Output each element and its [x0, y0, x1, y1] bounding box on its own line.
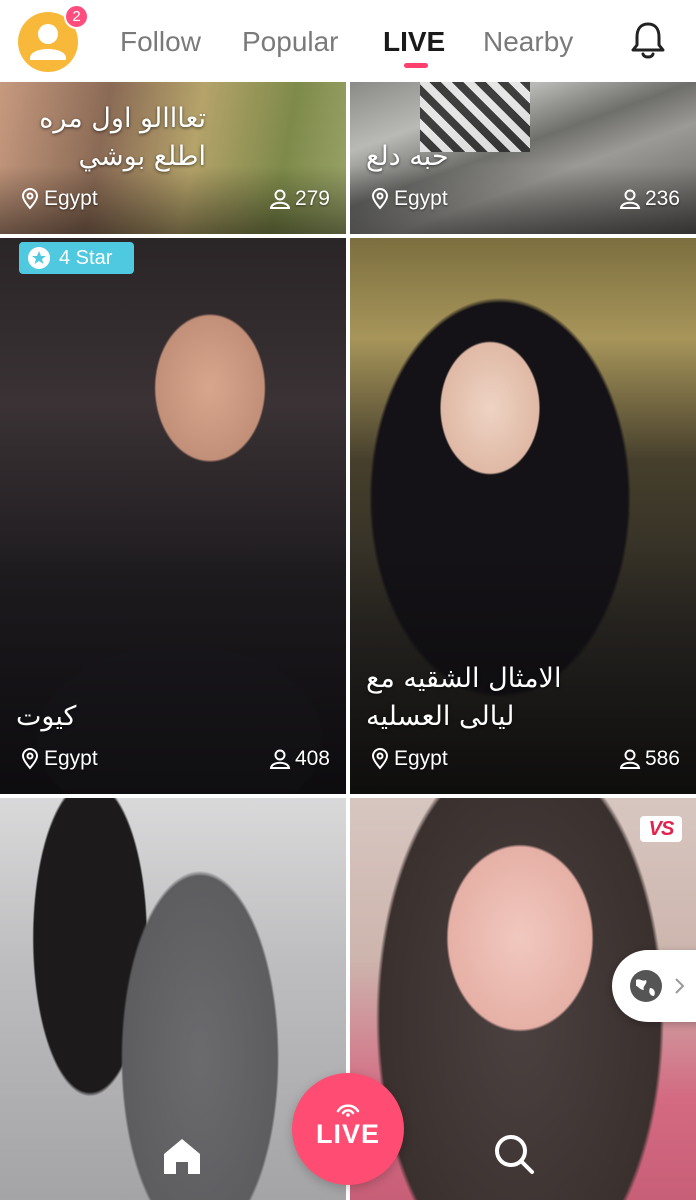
viewers-person-icon: [619, 749, 641, 769]
stream-title-line: الامثال الشقيه مع: [366, 663, 562, 694]
stream-title-line: اطلع بوشي: [78, 141, 206, 172]
tab-follow[interactable]: Follow: [120, 22, 201, 62]
stream-card[interactable]: 4 Star كيوت Egypt 408: [0, 238, 346, 794]
tab-nearby[interactable]: Nearby: [483, 22, 573, 62]
viewers-label: 279: [294, 187, 330, 210]
viewer-count: 586: [619, 747, 680, 771]
stream-title-line: حبه دلع: [366, 141, 449, 172]
location-pin-icon: [21, 748, 39, 770]
tab-live[interactable]: LIVE: [383, 22, 445, 62]
viewers-label: 408: [294, 747, 330, 770]
search-icon[interactable]: [490, 1130, 538, 1178]
stream-meta: Egypt 279: [20, 184, 330, 214]
stream-title-line: ليالى العسليه: [366, 701, 515, 732]
stream-title: حبه دلع: [366, 138, 496, 176]
notification-count-badge: 2: [64, 4, 89, 29]
viewers-person-icon: [269, 189, 291, 209]
tab-popular[interactable]: Popular: [242, 22, 339, 62]
location-label: Egypt: [394, 187, 448, 210]
vs-battle-badge: VS: [640, 816, 682, 842]
live-broadcast-icon: [336, 1104, 360, 1117]
stream-title: الامثال الشقيه مع ليالى العسليه: [366, 660, 596, 736]
go-live-label: LIVE: [315, 1119, 380, 1149]
stream-title: تعااالو اول مره اطلع بوشي: [16, 100, 206, 176]
star-icon: [28, 247, 50, 269]
location-pin-icon: [371, 188, 389, 210]
home-icon[interactable]: [158, 1132, 206, 1180]
stream-card[interactable]: حبه دلع Egypt 236: [350, 82, 696, 234]
stream-card[interactable]: الامثال الشقيه مع ليالى العسليه Egypt 58…: [350, 238, 696, 794]
region-selector-button[interactable]: [612, 950, 696, 1022]
stream-card[interactable]: تعااالو اول مره اطلع بوشي Egypt 279: [0, 82, 346, 234]
location-pin-icon: [21, 188, 39, 210]
location-label: Egypt: [44, 187, 98, 210]
stream-location: Egypt: [20, 747, 98, 771]
go-live-button[interactable]: LIVE: [292, 1073, 404, 1185]
viewer-count: 236: [619, 187, 680, 211]
viewer-count: 408: [269, 747, 330, 771]
stream-title: كيوت: [16, 698, 126, 736]
grid-gutter: [346, 82, 350, 1200]
stream-title-line: تعااالو اول مره: [39, 103, 206, 134]
globe-icon: [630, 970, 662, 1002]
live-stream-grid: تعااالو اول مره اطلع بوشي Egypt 279 حبه …: [0, 82, 696, 1200]
stream-meta: Egypt 586: [370, 744, 680, 774]
location-label: Egypt: [44, 747, 98, 770]
stream-meta: Egypt 408: [20, 744, 330, 774]
stream-meta: Egypt 236: [370, 184, 680, 214]
stream-location: Egypt: [370, 187, 448, 211]
viewer-count: 279: [269, 187, 330, 211]
star-level-badge: 4 Star: [19, 242, 134, 274]
top-header: 2 Follow Popular LIVE Nearby: [0, 0, 696, 82]
viewers-person-icon: [619, 189, 641, 209]
location-label: Egypt: [394, 747, 448, 770]
stream-location: Egypt: [20, 187, 98, 211]
chevron-right-icon: [675, 978, 685, 994]
stream-location: Egypt: [370, 747, 448, 771]
active-tab-indicator: [404, 63, 428, 68]
viewers-person-icon: [269, 749, 291, 769]
star-level-label: 4 Star: [59, 246, 113, 269]
location-pin-icon: [371, 748, 389, 770]
viewers-label: 236: [644, 187, 680, 210]
viewers-label: 586: [644, 747, 680, 770]
bell-icon[interactable]: [626, 18, 670, 62]
stream-title-line: كيوت: [16, 701, 77, 732]
